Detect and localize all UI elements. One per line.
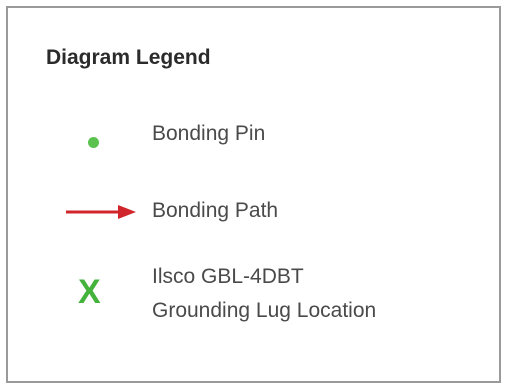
bonding-path-arrow-icon <box>66 205 136 219</box>
legend-title: Diagram Legend <box>46 46 211 69</box>
bonding-pin-label: Bonding Pin <box>152 122 266 145</box>
grounding-lug-label-line1: Ilsco GBL-4DBT <box>152 265 304 288</box>
bonding-path-label: Bonding Path <box>152 199 279 222</box>
diagram-legend: Diagram Legend Bonding Pin Bonding Path … <box>6 6 501 383</box>
grounding-lug-x-icon: X <box>78 273 101 311</box>
grounding-lug-label: Ilsco GBL-4DBT Grounding Lug Location <box>152 260 376 328</box>
bonding-pin-icon <box>88 137 99 148</box>
grounding-lug-label-line2: Grounding Lug Location <box>152 299 377 322</box>
